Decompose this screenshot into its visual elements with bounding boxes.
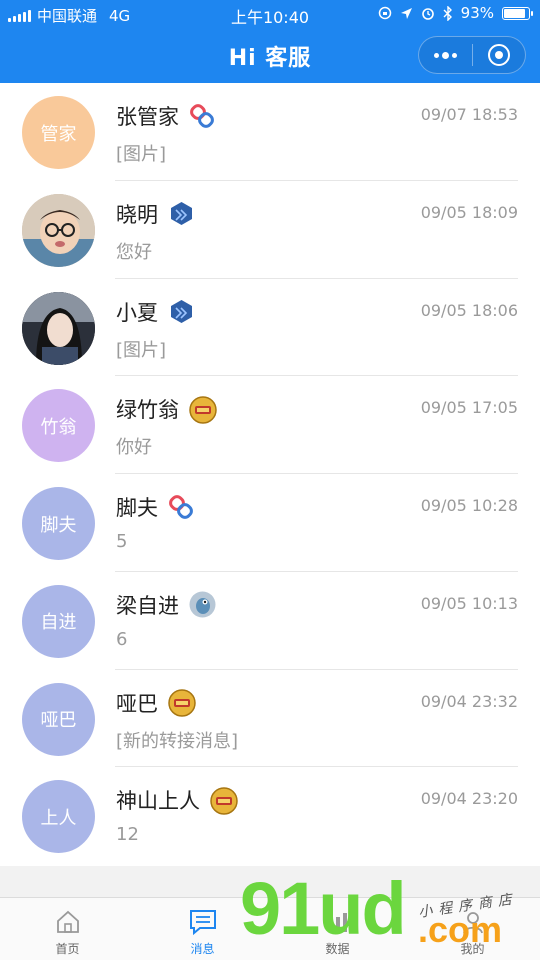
conversation-item[interactable]: 竹翁 绿竹翁 09/05 17:05 你好	[0, 376, 540, 474]
avatar: 竹翁	[22, 389, 95, 463]
gold-emblem-badge-icon	[210, 787, 238, 815]
more-button[interactable]	[419, 37, 472, 73]
avatar: 管家	[22, 96, 95, 169]
avatar: 上人	[22, 780, 95, 854]
message-time: 09/05 18:09	[420, 202, 518, 222]
chain-link-badge-icon	[189, 103, 216, 130]
contact-name: 脚夫	[116, 496, 158, 520]
tab-home[interactable]: 首页	[0, 898, 135, 960]
tab-label: 首页	[55, 942, 80, 956]
contact-name: 绿竹翁	[116, 398, 179, 423]
hexagon-badge-icon	[168, 298, 195, 325]
mini-program-capsule	[418, 36, 526, 74]
watermark-domain: .com	[418, 909, 503, 950]
contact-name: 神山上人	[116, 789, 200, 814]
conversation-item[interactable]: 管家 张管家 09/07 18:53 [图片]	[0, 83, 540, 181]
gold-emblem-badge-icon	[189, 396, 217, 424]
message-preview: 12	[116, 824, 139, 846]
gold-emblem-badge-icon	[168, 689, 196, 717]
message-preview: 6	[116, 628, 128, 650]
chain-link-badge-icon	[168, 494, 195, 521]
conversation-item[interactable]: 晓明 09/05 18:09 您好	[0, 181, 540, 279]
close-button[interactable]	[473, 37, 526, 73]
location-icon	[400, 7, 412, 19]
more-dots-icon	[433, 51, 457, 59]
avatar: 自进	[22, 584, 95, 658]
contact-name: 哑巴	[116, 691, 158, 716]
message-time: 09/05 17:05	[420, 398, 518, 418]
battery-percent: 93%	[460, 4, 494, 22]
avatar	[22, 193, 95, 267]
message-time: 09/05 18:06	[420, 300, 518, 320]
message-preview: [图片]	[116, 339, 167, 361]
conversation-item[interactable]: 小夏 09/05 18:06 [图片]	[0, 279, 540, 377]
contact-name: 晓明	[116, 202, 158, 227]
tab-label: 消息	[190, 942, 215, 956]
avatar: 哑巴	[22, 682, 95, 756]
contact-name: 张管家	[116, 105, 179, 129]
message-preview: 5	[116, 531, 128, 552]
rotation-lock-icon	[378, 6, 391, 20]
battery-icon	[502, 6, 533, 20]
conversation-item[interactable]: 脚夫 脚夫 09/05 10:28 5	[0, 474, 540, 572]
bird-avatar-badge-icon	[189, 591, 216, 618]
alarm-icon	[421, 8, 434, 20]
avatar: 脚夫	[22, 487, 95, 560]
contact-name: 小夏	[116, 300, 158, 325]
conversation-item[interactable]: 哑巴 哑巴 09/04 23:32 [新的转接消息]	[0, 670, 540, 768]
hexagon-badge-icon	[168, 200, 195, 227]
message-icon	[189, 910, 216, 936]
message-preview: [新的转接消息]	[116, 730, 239, 752]
avatar	[22, 291, 95, 365]
conversation-item[interactable]: 上人 神山上人 09/04 23:20 12	[0, 767, 540, 865]
conversation-item[interactable]: 自进 梁自进 09/05 10:13 6	[0, 572, 540, 670]
status-bar: 中国联通 4G 上午10:40 93%	[0, 0, 540, 28]
nav-bar: Hi 客服	[0, 28, 540, 83]
bluetooth-icon	[443, 5, 452, 21]
message-preview: 您好	[116, 241, 152, 263]
message-time: 09/05 10:28	[420, 496, 518, 515]
message-time: 09/07 18:53	[420, 105, 518, 124]
message-time: 09/05 10:13	[420, 593, 518, 613]
home-icon	[56, 910, 79, 933]
watermark-logo: 91ud	[240, 867, 407, 950]
conversation-list: 管家 张管家 09/07 18:53 [图片] 晓明 09/05 18:09 您…	[0, 83, 540, 866]
message-time: 09/04 23:32	[420, 691, 518, 711]
message-preview: [图片]	[116, 144, 167, 165]
message-preview: 你好	[116, 437, 152, 459]
contact-name: 梁自进	[116, 593, 179, 618]
message-time: 09/04 23:20	[420, 789, 518, 809]
target-circle-icon	[487, 44, 510, 66]
